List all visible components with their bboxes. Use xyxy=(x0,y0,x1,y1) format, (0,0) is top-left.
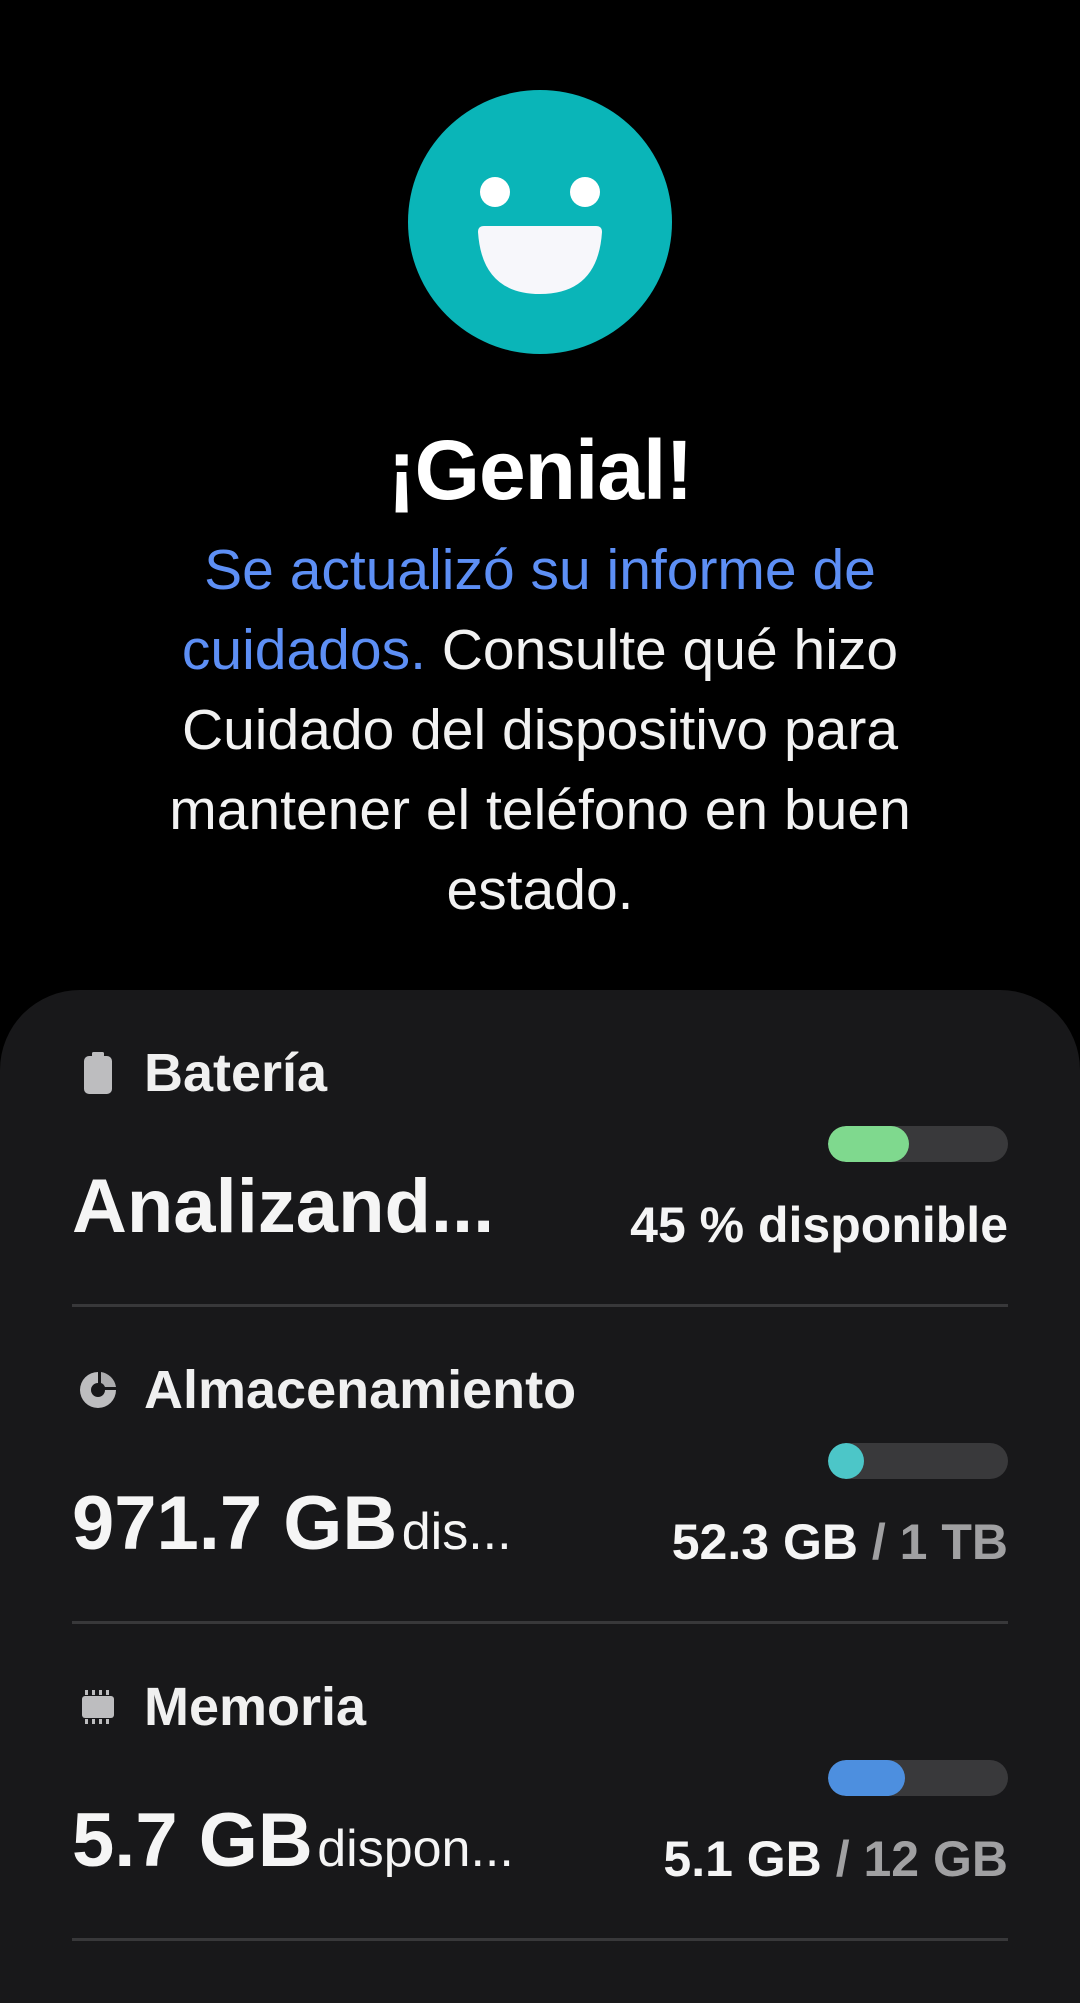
memory-usage: 5.1 GB / 12 GB xyxy=(663,1824,1008,1894)
battery-status: Analizand... xyxy=(72,1162,494,1252)
page-title: ¡Genial! xyxy=(387,423,694,517)
storage-usage-fill xyxy=(828,1443,864,1479)
memory-usage-fill xyxy=(828,1760,905,1796)
storage-free-label: dis... xyxy=(401,1503,512,1561)
storage-usage: 52.3 GB / 1 TB xyxy=(672,1507,1008,1577)
memory-chip-icon xyxy=(82,1690,114,1724)
section-divider xyxy=(72,1938,1008,1941)
memory-used: 5.1 GB xyxy=(663,1831,822,1887)
memory-title: Memoria xyxy=(144,1677,367,1737)
report-hero: ¡Genial! Se actualizó su informe de cuid… xyxy=(0,0,1080,990)
storage-title: Almacenamiento xyxy=(144,1360,577,1420)
storage-free: 971.7 GB dis... xyxy=(72,1479,512,1569)
battery-icon xyxy=(84,1052,112,1094)
storage-free-amount: 971.7 GB xyxy=(72,1481,398,1566)
battery-title: Batería xyxy=(144,1043,328,1103)
device-care-panel: Batería Analizand... 45 % disponible Alm… xyxy=(0,990,1080,2003)
smiley-face-icon xyxy=(408,90,672,354)
battery-section[interactable]: Batería Analizand... 45 % disponible xyxy=(72,990,1008,1307)
memory-section[interactable]: Memoria 5.7 GB dispon... 5.1 GB / 12 GB xyxy=(72,1624,1008,1941)
storage-total: / 1 TB xyxy=(871,1514,1008,1570)
battery-available: 45 % disponible xyxy=(630,1197,1008,1253)
memory-free: 5.7 GB dispon... xyxy=(72,1796,514,1886)
battery-level-fill xyxy=(828,1126,909,1162)
report-message: Se actualizó su informe de cuidados. Con… xyxy=(110,530,970,930)
storage-used: 52.3 GB xyxy=(671,1514,858,1570)
storage-section[interactable]: Almacenamiento 971.7 GB dis... 52.3 GB /… xyxy=(72,1307,1008,1624)
battery-level-bar xyxy=(828,1126,1008,1162)
memory-free-amount: 5.7 GB xyxy=(72,1798,313,1883)
memory-total: / 12 GB xyxy=(835,1831,1008,1887)
memory-usage-bar xyxy=(828,1760,1008,1796)
storage-usage-bar xyxy=(828,1443,1008,1479)
memory-free-label: dispon... xyxy=(317,1820,514,1878)
battery-status-text: Analizand... xyxy=(72,1164,495,1249)
pie-chart-icon xyxy=(80,1372,116,1408)
